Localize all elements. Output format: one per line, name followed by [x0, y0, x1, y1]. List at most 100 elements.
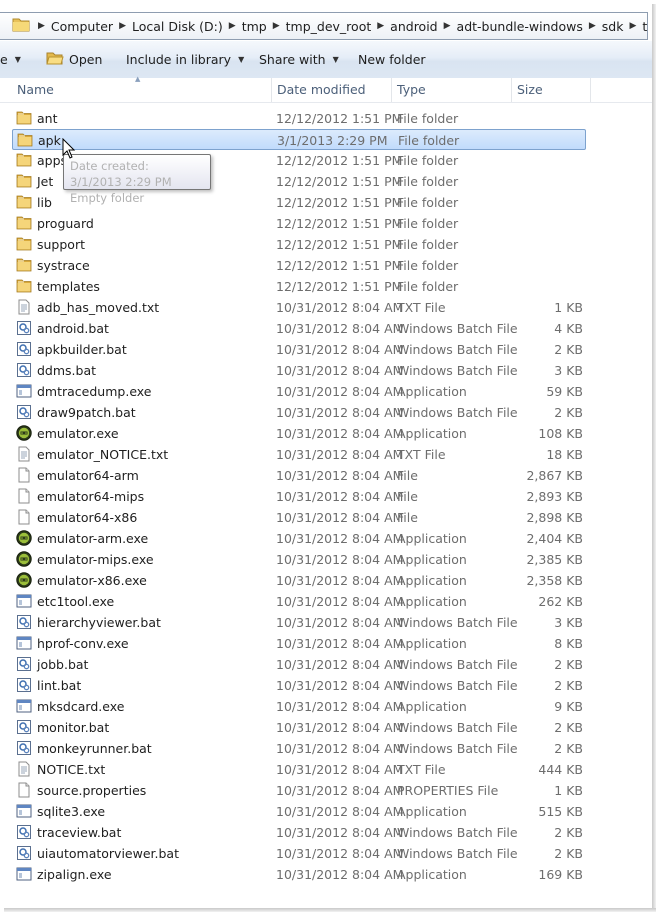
blank-file-icon: [16, 467, 32, 483]
file-size: 169 KB: [538, 867, 583, 882]
breadcrumb-item[interactable]: ▶tools: [623, 13, 648, 39]
folder-row[interactable]: proguard 12/12/2012 1:51 PM File folder: [12, 213, 586, 234]
file-name: uiautomatorviewer.bat: [37, 846, 179, 861]
file-type: Windows Batch File: [397, 720, 518, 735]
column-divider[interactable]: [511, 78, 512, 102]
file-type: File folder: [397, 195, 459, 210]
folder-icon: [16, 173, 32, 189]
column-size[interactable]: Size: [517, 82, 543, 97]
file-row[interactable]: android.bat 10/31/2012 8:04 AM Windows Bat…: [12, 318, 586, 339]
file-type: Windows Batch File: [397, 825, 518, 840]
breadcrumb-item[interactable]: ▶ adt-bundle-windows: [438, 13, 583, 39]
column-divider[interactable]: [391, 78, 392, 102]
file-row[interactable]: apkbuilder.bat 10/31/2012 8:04 AM Windows …: [12, 339, 586, 360]
batch-file-icon: [16, 341, 32, 357]
breadcrumb-chevron-icon[interactable]: ▶: [371, 21, 390, 31]
column-type[interactable]: Type: [397, 82, 426, 97]
file-row[interactable]: traceview.bat 10/31/2012 8:04 AM Windows B…: [12, 822, 586, 843]
file-date-modified: 12/12/2012 1:51 PM: [276, 279, 403, 294]
file-date-modified: 10/31/2012 8:04 AM: [276, 468, 404, 483]
column-header: ▲ Name Date modified Type Size: [0, 75, 652, 103]
file-row[interactable]: sqlite3.exe 10/31/2012 8:04 AM Application…: [12, 801, 586, 822]
breadcrumb-item[interactable]: ▶ tmp_dev_root: [267, 13, 372, 39]
blank-file-icon: [16, 782, 32, 798]
breadcrumb-item[interactable]: ▶ sdk: [583, 13, 624, 39]
breadcrumb-label: tools: [642, 18, 648, 34]
breadcrumb-chevron-icon[interactable]: ▶: [223, 21, 242, 31]
file-name: zipalign.exe: [37, 867, 112, 882]
file-row[interactable]: hierarchyviewer.bat 10/31/2012 8:04 AM Win…: [12, 612, 586, 633]
file-date-modified: 10/31/2012 8:04 AM: [276, 741, 404, 756]
file-row[interactable]: monkeyrunner.bat 10/31/2012 8:04 AM Window…: [12, 738, 586, 759]
file-name: adb_has_moved.txt: [37, 300, 160, 315]
file-row[interactable]: hprof-conv.exe 10/31/2012 8:04 AM Applicat…: [12, 633, 586, 654]
folder-row[interactable]: apk 3/1/2013 2:29 PM File folder: [12, 129, 586, 150]
file-row[interactable]: emulator64-arm 10/31/2012 8:04 AM File 2,86…: [12, 465, 586, 486]
folder-row[interactable]: templates 12/12/2012 1:51 PM File folder: [12, 276, 586, 297]
breadcrumb-chevron-icon[interactable]: ▶: [32, 21, 51, 31]
file-type: Windows Batch File: [397, 615, 518, 630]
file-row[interactable]: jobb.bat 10/31/2012 8:04 AM Windows Batch …: [12, 654, 586, 675]
folder-row[interactable]: support 12/12/2012 1:51 PM File folder: [12, 234, 586, 255]
file-date-modified: 10/31/2012 8:04 AM: [276, 615, 404, 630]
breadcrumb-chevron-icon[interactable]: ▶: [267, 21, 286, 31]
breadcrumb-item[interactable]: ▶ Computer: [32, 13, 113, 39]
file-row[interactable]: emulator64-mips 10/31/2012 8:04 AM File 2,8…: [12, 486, 586, 507]
open-button[interactable]: Open: [46, 50, 102, 69]
breadcrumb-chevron-icon[interactable]: ▶: [113, 21, 132, 31]
file-row[interactable]: emulator_NOTICE.txt 10/31/2012 8:04 AM TXT…: [12, 444, 586, 465]
file-date-modified: 12/12/2012 1:51 PM: [276, 195, 403, 210]
file-row[interactable]: emulator-arm.exe 10/31/2012 8:04 AM Applic…: [12, 528, 586, 549]
breadcrumb-chevron-icon[interactable]: ▶: [623, 21, 642, 31]
share-with-button[interactable]: Share with ▼: [259, 52, 339, 67]
column-name[interactable]: Name: [17, 82, 54, 97]
breadcrumb-label: Local Disk (D:): [131, 18, 223, 34]
file-size: 262 KB: [538, 594, 583, 609]
file-row[interactable]: dmtracedump.exe 10/31/2012 8:04 AM Applica…: [12, 381, 586, 402]
file-row[interactable]: draw9patch.bat 10/31/2012 8:04 AM Windows …: [12, 402, 586, 423]
address-bar[interactable]: ▶ Computer ▶ Local Disk (D:) ▶ tmp ▶ tmp_dev_ro…: [0, 12, 648, 40]
file-type: TXT File: [397, 300, 446, 315]
file-row[interactable]: uiautomatorviewer.bat 10/31/2012 8:04 AM W…: [12, 843, 586, 864]
batch-file-icon: [16, 719, 32, 735]
file-row[interactable]: zipalign.exe 10/31/2012 8:04 AM Applicatio…: [12, 864, 586, 885]
file-row[interactable]: emulator64-x86 10/31/2012 8:04 AM File 2,89…: [12, 507, 586, 528]
file-row[interactable]: etc1tool.exe 10/31/2012 8:04 AM Applicatio…: [12, 591, 586, 612]
include-in-library-button[interactable]: Include in library ▼: [126, 52, 244, 67]
folder-row[interactable]: ant 12/12/2012 1:51 PM File folder: [12, 108, 586, 129]
breadcrumb-chevron-icon[interactable]: ▶: [438, 21, 457, 31]
folder-row[interactable]: systrace 12/12/2012 1:51 PM File folder: [12, 255, 586, 276]
column-divider[interactable]: [271, 78, 272, 102]
file-row[interactable]: emulator.exe 10/31/2012 8:04 AM Applicatio…: [12, 423, 586, 444]
file-date-modified: 10/31/2012 8:04 AM: [276, 846, 404, 861]
emulator-icon: [16, 572, 32, 588]
file-row[interactable]: lint.bat 10/31/2012 8:04 AM Windows Batch …: [12, 675, 586, 696]
file-row[interactable]: emulator-mips.exe 10/31/2012 8:04 AM Appli…: [12, 549, 586, 570]
file-date-modified: 3/1/2013 2:29 PM: [277, 133, 388, 148]
file-row[interactable]: adb_has_moved.txt 10/31/2012 8:04 AM TXT F…: [12, 297, 586, 318]
file-type: File folder: [397, 237, 459, 252]
toolbar-partial-item[interactable]: e ▼: [0, 52, 21, 67]
application-icon: [16, 803, 32, 819]
column-divider[interactable]: [590, 78, 591, 102]
column-date-modified[interactable]: Date modified: [277, 82, 366, 97]
folder-icon: [16, 194, 32, 210]
new-folder-button[interactable]: New folder: [358, 52, 426, 67]
file-type: Application: [397, 531, 467, 546]
folder-icon: [16, 278, 32, 294]
file-row[interactable]: ddms.bat 10/31/2012 8:04 AM Windows Batch …: [12, 360, 586, 381]
batch-file-icon: [16, 740, 32, 756]
file-name: emulator-mips.exe: [37, 552, 154, 567]
breadcrumb-item[interactable]: ▶ android: [371, 13, 437, 39]
file-row[interactable]: monitor.bat 10/31/2012 8:04 AM Windows Bat…: [12, 717, 586, 738]
file-row[interactable]: mksdcard.exe 10/31/2012 8:04 AM Applicatio…: [12, 696, 586, 717]
breadcrumb-item[interactable]: ▶ tmp: [223, 13, 267, 39]
file-type: TXT File: [397, 447, 446, 462]
file-row[interactable]: NOTICE.txt 10/31/2012 8:04 AM TXT File 444 …: [12, 759, 586, 780]
file-date-modified: 10/31/2012 8:04 AM: [276, 804, 404, 819]
file-date-modified: 10/31/2012 8:04 AM: [276, 678, 404, 693]
breadcrumb-chevron-icon[interactable]: ▶: [583, 21, 602, 31]
breadcrumb-item[interactable]: ▶ Local Disk (D:): [113, 13, 223, 39]
file-row[interactable]: emulator-x86.exe 10/31/2012 8:04 AM Applic…: [12, 570, 586, 591]
file-row[interactable]: source.properties 10/31/2012 8:04 AM PROPE…: [12, 780, 586, 801]
